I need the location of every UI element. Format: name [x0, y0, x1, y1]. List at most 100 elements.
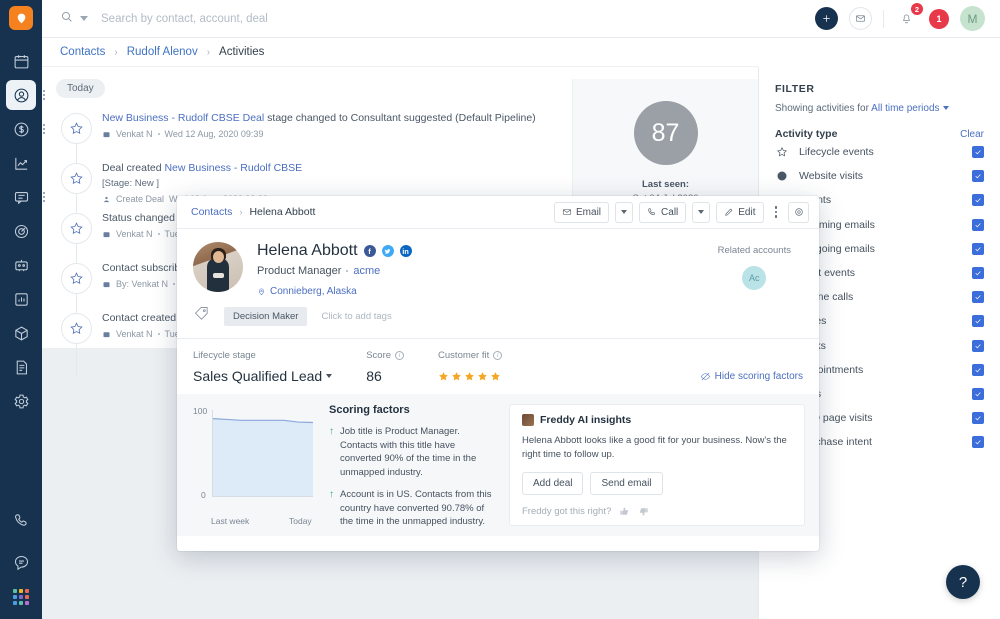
email-button[interactable]: Email	[554, 202, 609, 223]
sidebar-item-calendar[interactable]	[6, 46, 36, 76]
thumbs-up-icon[interactable]	[619, 506, 630, 517]
tag-chip[interactable]: Decision Maker	[224, 307, 307, 326]
sidebar-item-settings[interactable]	[6, 386, 36, 416]
filter-checkbox[interactable]	[972, 436, 984, 448]
scoring-factors-list: Scoring factors ↑ Job title is Product M…	[329, 404, 497, 526]
modal-settings-button[interactable]	[788, 202, 809, 223]
customer-fit-stars	[438, 371, 502, 382]
call-dropdown-button[interactable]	[692, 202, 710, 223]
filter-period-select[interactable]: All time periods	[871, 103, 939, 114]
breadcrumb-record[interactable]: Rudolf Alenov	[127, 46, 198, 58]
filter-checkbox[interactable]	[972, 364, 984, 376]
filter-row-website-visits[interactable]: Website visits	[775, 164, 984, 188]
freshworks-logo-icon[interactable]	[9, 6, 33, 30]
customer-fit-col: Customer fit i	[438, 350, 502, 382]
last-seen-label: Last seen:	[642, 179, 689, 190]
help-button[interactable]: ?	[946, 565, 980, 599]
edit-button[interactable]: Edit	[716, 202, 763, 223]
filter-checkbox[interactable]	[972, 340, 984, 352]
info-icon[interactable]: i	[395, 351, 404, 360]
sidebar-item-contacts[interactable]	[6, 80, 36, 110]
activity-type-header: Activity type Clear	[775, 128, 984, 140]
filter-row-lifecycle-events[interactable]: Lifecycle events	[775, 140, 984, 164]
twitter-icon[interactable]	[382, 245, 394, 257]
filter-checkbox[interactable]	[972, 170, 984, 182]
related-account-avatar[interactable]: Ac	[742, 266, 766, 290]
divider	[883, 10, 884, 28]
app-root: 2 1 M Contacts › Rudolf Alenov › Activit…	[0, 0, 1000, 619]
hide-scoring-factors-link[interactable]: Hide scoring factors	[700, 371, 803, 382]
timeline-author: Create Deal	[116, 194, 164, 204]
email-icon	[562, 207, 572, 217]
info-icon[interactable]: i	[493, 351, 502, 360]
filter-checkbox[interactable]	[972, 219, 984, 231]
scoring-details: 100 0 Last week Today Scoring factors	[177, 394, 819, 536]
add-deal-button[interactable]: Add deal	[522, 472, 583, 495]
star-filled-icon	[438, 371, 449, 382]
sidebar-item-products[interactable]	[6, 318, 36, 348]
modal-actions: Email Call Edit	[554, 202, 809, 223]
filter-checkbox[interactable]	[972, 291, 984, 303]
filter-checkbox[interactable]	[972, 194, 984, 206]
filter-checkbox[interactable]	[972, 388, 984, 400]
chart-y-max: 100	[193, 406, 207, 416]
star-icon	[61, 313, 92, 344]
chevron-down-icon[interactable]	[943, 106, 949, 110]
chat-icon[interactable]	[6, 547, 36, 577]
add-tag-placeholder[interactable]: Click to add tags	[321, 311, 391, 322]
notifications-bell-icon[interactable]: 2	[895, 7, 918, 30]
sidebar-item-conversations[interactable]	[6, 182, 36, 212]
add-button[interactable]	[815, 7, 838, 30]
user-badge-icon	[102, 230, 111, 239]
nav-more-dots	[43, 192, 45, 202]
filter-checkbox[interactable]	[972, 146, 984, 158]
call-button[interactable]: Call	[639, 202, 686, 223]
mail-icon[interactable]	[849, 7, 872, 30]
arrow-up-icon: ↑	[329, 488, 334, 529]
phone-icon[interactable]	[6, 505, 36, 535]
send-email-button[interactable]: Send email	[590, 472, 662, 495]
timeline-link[interactable]: New Business - Rudolf CBSE	[164, 162, 302, 174]
email-dropdown-button[interactable]	[615, 202, 633, 223]
sidebar-item-documents[interactable]	[6, 352, 36, 382]
freddy-icon	[522, 414, 534, 426]
sidebar-item-bots[interactable]	[6, 250, 36, 280]
sidebar-item-deals[interactable]	[6, 114, 36, 144]
clear-filters-button[interactable]: Clear	[960, 129, 984, 140]
timeline-link[interactable]: New Business - Rudolf CBSE Deal	[102, 112, 264, 124]
contact-photo	[193, 242, 243, 292]
breadcrumb-contacts[interactable]: Contacts	[60, 46, 105, 58]
star-filled-icon	[464, 371, 475, 382]
avatar[interactable]: M	[960, 6, 985, 31]
filter-checkbox[interactable]	[972, 315, 984, 327]
modal-breadcrumb-current: Helena Abbott	[249, 206, 315, 218]
freddy-header: Freddy AI insights	[522, 414, 792, 426]
alert-count-badge[interactable]: 1	[929, 9, 949, 29]
contact-company[interactable]: acme	[353, 265, 380, 277]
contact-job-title: Product Manager	[257, 265, 341, 277]
modal-breadcrumb-contacts[interactable]: Contacts	[191, 206, 232, 218]
contact-location[interactable]: Connieberg, Alaska	[257, 286, 412, 297]
search-input[interactable]	[101, 13, 401, 25]
filter-checkbox[interactable]	[972, 412, 984, 424]
chevron-down-icon	[698, 210, 704, 214]
scoring-factor-text: Job title is Product Manager. Contacts w…	[340, 425, 497, 479]
sidebar-item-reports[interactable]	[6, 148, 36, 178]
freddy-feedback-label: Freddy got this right?	[522, 506, 611, 517]
timeline-author: Venkat N	[116, 129, 153, 139]
filter-showing-label: Showing activities for	[775, 103, 869, 114]
breadcrumb-separator: ›	[207, 47, 210, 58]
sidebar-item-analytics[interactable]	[6, 284, 36, 314]
freddy-actions: Add deal Send email	[522, 472, 792, 495]
filter-checkbox[interactable]	[972, 267, 984, 279]
app-grid-icon[interactable]	[13, 589, 29, 605]
search-scope-chevron-down-icon[interactable]	[80, 16, 88, 21]
lifecycle-stage-select[interactable]: Sales Qualified Lead	[193, 368, 332, 384]
facebook-icon[interactable]: f	[364, 245, 376, 257]
sidebar-item-goals[interactable]	[6, 216, 36, 246]
notification-badge: 2	[911, 3, 923, 15]
filter-checkbox[interactable]	[972, 243, 984, 255]
thumbs-down-icon[interactable]	[638, 506, 649, 517]
more-options-button[interactable]	[770, 202, 783, 223]
linkedin-icon[interactable]: in	[400, 245, 412, 257]
